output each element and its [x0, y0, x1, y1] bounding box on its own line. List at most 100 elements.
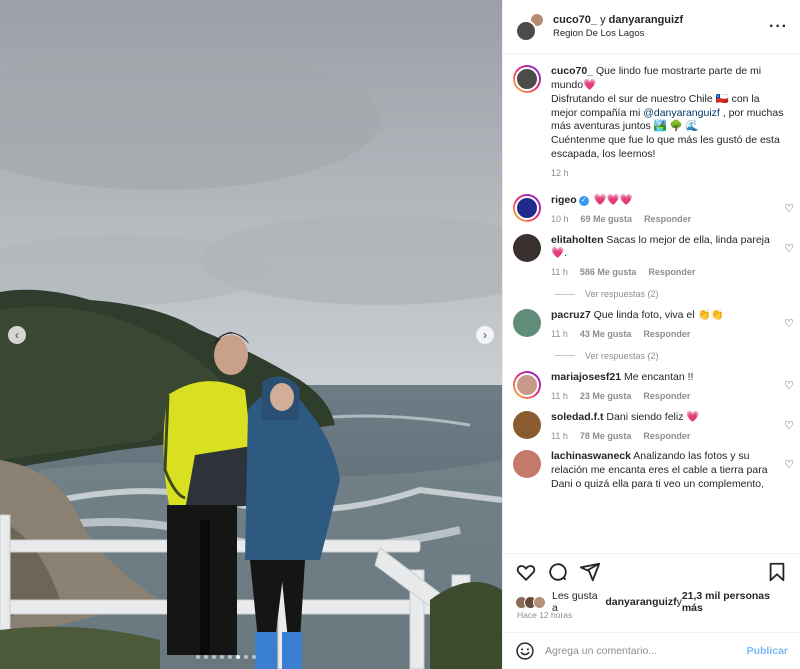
carousel-dot: [196, 655, 200, 659]
comment-username[interactable]: mariajosesf21: [551, 371, 621, 383]
post-authors: cuco70_ y danyaranguizf: [553, 13, 769, 28]
emoji-icon[interactable]: [515, 641, 535, 661]
carousel-dot: [228, 655, 232, 659]
comment-item: pacruz7 Que linda foto, viva el 👏👏 11 h …: [503, 301, 800, 341]
carousel-dot: [204, 655, 208, 659]
comment-username[interactable]: rigeo: [551, 194, 577, 206]
comment-text: Dani siendo feliz 💗: [603, 410, 700, 423]
post-photo[interactable]: ‹ ›: [0, 0, 502, 669]
mention-link[interactable]: @danyaranguizf: [643, 107, 720, 119]
caption-time: 12 h: [551, 168, 569, 179]
heart-icon[interactable]: ♡: [784, 242, 794, 255]
comment-username[interactable]: elitaholten: [551, 234, 604, 246]
likes-user-link[interactable]: danyaranguizf: [605, 596, 676, 608]
instagram-post-view: ‹ › cuco70_ y danyaranguizf Region De Lo…: [0, 0, 800, 669]
avatar[interactable]: [513, 309, 541, 338]
comment-time: 11 h: [551, 390, 568, 401]
carousel-dot: [220, 655, 224, 659]
comment-text: Que linda foto, viva el 👏👏: [590, 309, 724, 322]
avatar[interactable]: [513, 410, 541, 439]
comment-likes[interactable]: 23 Me gusta: [580, 391, 632, 403]
comment-time: 11 h: [551, 430, 568, 441]
post-timestamp: Hace 12 horas: [517, 610, 573, 620]
comment-meta: 11 h 586 Me gusta Responder: [551, 267, 774, 279]
comment-icon[interactable]: [547, 561, 569, 583]
comment-input[interactable]: [545, 645, 747, 657]
comments-list[interactable]: cuco70_ Que lindo fue mostrarte parte de…: [503, 55, 800, 549]
caption-line: Cuéntenme que fue lo que más les gustó d…: [551, 134, 780, 161]
comment-meta: 11 h 43 Me gusta Responder: [551, 329, 774, 341]
liker-avatars: [515, 595, 546, 609]
reply-button[interactable]: Responder: [648, 267, 695, 279]
heart-icon[interactable]: ♡: [784, 202, 794, 215]
post-header-text: cuco70_ y danyaranguizf Region De Los La…: [553, 13, 769, 41]
carousel-dot: [252, 655, 256, 659]
heart-icon[interactable]: ♡: [784, 317, 794, 330]
comment-text: 💗💗💗: [590, 193, 633, 206]
comment-item: rigeo ✓ 💗💗💗 10 h 69 Me gusta Responder ♡: [503, 186, 800, 226]
comment-meta: 11 h 78 Me gusta Responder: [551, 431, 774, 443]
comment-likes[interactable]: 78 Me gusta: [580, 431, 632, 443]
bookmark-icon[interactable]: [766, 561, 788, 583]
reply-button[interactable]: Responder: [643, 431, 690, 443]
author-joiner: y: [597, 13, 609, 26]
comment-likes[interactable]: 586 Me gusta: [580, 267, 637, 279]
view-replies-button[interactable]: Ver respuestas (2): [503, 279, 800, 301]
carousel-dot: [244, 655, 248, 659]
chevron-right-icon[interactable]: ›: [476, 326, 494, 344]
comment-time: 11 h: [551, 329, 568, 340]
post-caption: cuco70_ Que lindo fue mostrarte parte de…: [503, 55, 800, 186]
likes-count[interactable]: 21,3 mil personas más: [682, 590, 792, 614]
avatar[interactable]: [513, 65, 541, 93]
heart-icon[interactable]: ♡: [784, 419, 794, 432]
reply-button[interactable]: Responder: [643, 329, 690, 341]
comment-item: elitaholten Sacas lo mejor de ella, lind…: [503, 226, 800, 280]
heart-icon[interactable]: ♡: [784, 458, 794, 471]
heart-icon[interactable]: ♡: [784, 379, 794, 392]
post-side-panel: cuco70_ y danyaranguizf Region De Los La…: [502, 0, 800, 669]
comment-time: 10 h: [551, 213, 569, 224]
avatar[interactable]: [513, 450, 541, 479]
comment-likes[interactable]: 69 Me gusta: [581, 214, 633, 226]
post-actions: [503, 553, 800, 589]
comment-composer: Publicar: [503, 632, 800, 669]
coauthor-link[interactable]: danyaranguizf: [609, 14, 684, 26]
carousel-dot-active: [236, 655, 240, 659]
comment-text: Me encantan !!: [621, 370, 694, 383]
caption-text: cuco70_ Que lindo fue mostrarte parte de…: [551, 65, 788, 180]
comment-username[interactable]: pacruz7: [551, 309, 591, 321]
location-link[interactable]: Region De Los Lagos: [553, 28, 769, 41]
more-options-icon[interactable]: ···: [769, 18, 788, 36]
comment-username[interactable]: soledad.f.t: [551, 411, 604, 423]
reply-button[interactable]: Responder: [643, 391, 690, 403]
coastal-photo: [0, 0, 502, 669]
publish-button[interactable]: Publicar: [747, 645, 788, 657]
comment-time: 11 h: [551, 267, 568, 278]
collab-avatars[interactable]: [515, 11, 545, 42]
verified-badge-icon: ✓: [578, 195, 589, 206]
comment-item: lachinaswaneck Analizando las fotos y su…: [503, 442, 800, 492]
carousel-dot: [212, 655, 216, 659]
author-link[interactable]: cuco70_: [553, 14, 597, 26]
comment-item: soledad.f.t Dani siendo feliz 💗 11 h 78 …: [503, 403, 800, 443]
avatar[interactable]: [515, 19, 537, 42]
comment-meta: 10 h 69 Me gusta Responder: [551, 214, 774, 226]
comment-item: mariajosesf21 Me encantan !! 11 h 23 Me …: [503, 363, 800, 403]
carousel-dots: [196, 655, 256, 659]
comment-meta: 11 h 23 Me gusta Responder: [551, 391, 774, 403]
reply-button[interactable]: Responder: [644, 214, 691, 226]
view-replies-button[interactable]: Ver respuestas (2): [503, 341, 800, 363]
avatar[interactable]: [513, 370, 541, 399]
avatar[interactable]: [513, 233, 541, 262]
share-icon[interactable]: [579, 561, 601, 583]
caption-username[interactable]: cuco70_: [551, 65, 593, 77]
post-header: cuco70_ y danyaranguizf Region De Los La…: [503, 0, 800, 54]
avatar: [533, 595, 546, 609]
view-replies-label: Ver respuestas (2): [585, 350, 659, 361]
chevron-left-icon[interactable]: ‹: [8, 326, 26, 344]
view-replies-label: Ver respuestas (2): [585, 289, 659, 300]
avatar[interactable]: [513, 193, 541, 222]
comment-username[interactable]: lachinaswaneck: [551, 450, 631, 462]
heart-icon[interactable]: [515, 561, 537, 583]
comment-likes[interactable]: 43 Me gusta: [580, 329, 632, 341]
